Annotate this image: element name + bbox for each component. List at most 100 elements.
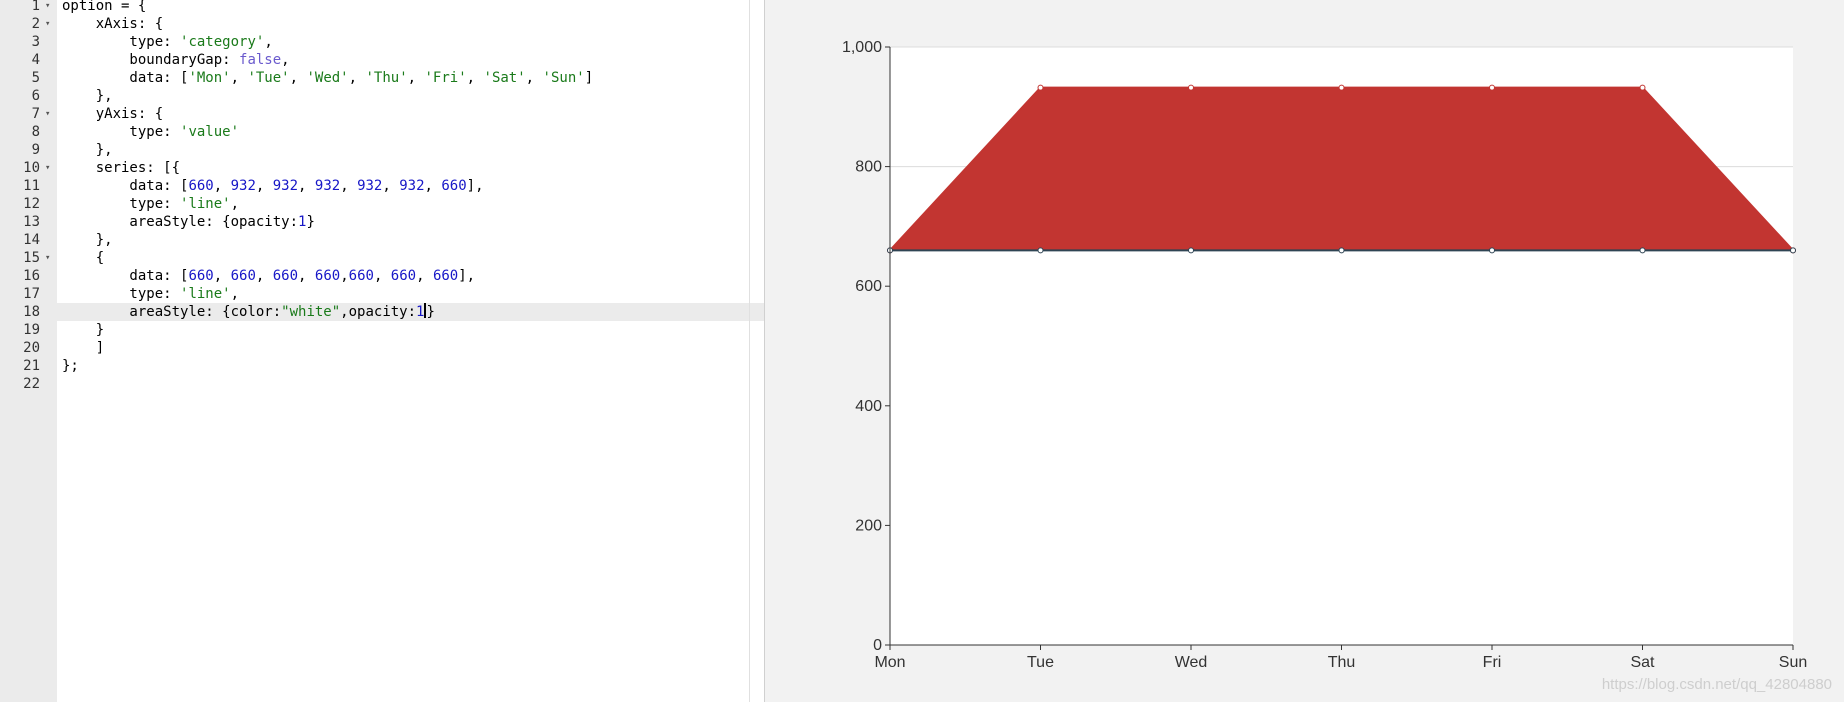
code-token: , (255, 268, 273, 284)
code-line[interactable]: 7 ▾ yAxis: { (0, 105, 765, 123)
code-line[interactable]: 21}; (0, 357, 765, 375)
code-token: 'Fri' (424, 70, 467, 86)
code-text: type: 'line', (62, 285, 239, 303)
code-line[interactable]: 20 ] (0, 339, 765, 357)
code-line[interactable]: 9 }, (0, 141, 765, 159)
data-point (1037, 84, 1044, 91)
code-line[interactable]: 13 areaStyle: {opacity:1} (0, 213, 765, 231)
code-token: , (289, 70, 307, 86)
fold-toggle-icon[interactable]: ▾ (45, 159, 50, 177)
code-line[interactable]: 8 type: 'value' (0, 123, 765, 141)
code-token: yAxis: { (62, 106, 164, 122)
data-point (1338, 247, 1345, 254)
y-tick-label: 400 (855, 398, 882, 415)
code-token: ], (458, 268, 476, 284)
line-number: 7 (31, 106, 40, 122)
code-token: 660 (390, 268, 417, 284)
code-token: "white" (281, 304, 341, 320)
line-number: 11 (23, 178, 40, 194)
code-token: 660 (432, 268, 459, 284)
code-line[interactable]: 12 type: 'line', (0, 195, 765, 213)
code-text: type: 'category', (62, 33, 273, 51)
data-point (1188, 84, 1194, 91)
line-number: 21 (23, 358, 40, 374)
code-token: xAxis: { (62, 16, 164, 32)
code-line[interactable]: 1 ▾ option = { (0, 0, 765, 15)
code-token: , (264, 34, 273, 50)
code-token: data: [ (62, 178, 189, 194)
code-token: , (340, 178, 358, 194)
code-line[interactable]: 16 data: [660, 660, 660, 660,660, 660, 6… (0, 267, 765, 285)
data-point (1639, 84, 1646, 91)
code-line[interactable]: 15 ▾ { (0, 249, 765, 267)
code-token: 932 (399, 178, 425, 194)
line-number: 2 (31, 16, 40, 32)
code-line[interactable]: 18 areaStyle: {color:"white",opacity:1} (0, 303, 765, 321)
code-line[interactable]: 11 data: [660, 932, 932, 932, 932, 932, … (0, 177, 765, 195)
chart-panel: 0 200 400 600 800 1,000 Mon Tue Wed Thu Fri Sat Sun … (765, 0, 1844, 702)
code-token: , (281, 52, 290, 68)
line-number: 6 (31, 88, 40, 104)
code-token: areaStyle: {opacity: (62, 214, 299, 230)
x-tick-label: Fri (1483, 654, 1502, 671)
line-number: 14 (23, 232, 40, 248)
code-text: boundaryGap: false, (62, 51, 290, 69)
editor-scrollbar-track[interactable] (749, 0, 750, 702)
data-point (1188, 247, 1194, 254)
code-token: ,opacity: (340, 304, 417, 320)
code-token: 'line' (180, 196, 231, 212)
code-token: , (373, 268, 391, 284)
x-tick-label: Sat (1630, 654, 1655, 671)
line-number: 10 (23, 160, 40, 176)
area-chart: 0 200 400 600 800 1,000 Mon Tue Wed Thu Fri Sat Sun (842, 39, 1807, 671)
code-text: data: [660, 932, 932, 932, 932, 932, 660… (62, 177, 484, 195)
fold-toggle-icon[interactable]: ▾ (45, 105, 50, 123)
code-line[interactable]: 17 type: 'line', (0, 285, 765, 303)
code-token: } (62, 322, 105, 338)
line-number: 9 (31, 142, 40, 158)
code-line[interactable]: 2 ▾ xAxis: { (0, 15, 765, 33)
code-token: }, (62, 88, 113, 104)
code-token: { (62, 250, 105, 266)
code-text: areaStyle: {color:"white",opacity:1} (62, 303, 435, 321)
code-line[interactable]: 10 ▾ series: [{ (0, 159, 765, 177)
code-token: }; (62, 358, 79, 374)
code-token: , (213, 268, 231, 284)
code-token: option = { (62, 0, 147, 14)
code-line[interactable]: 6 }, (0, 87, 765, 105)
line-number: 17 (23, 286, 40, 302)
code-token: , (466, 70, 484, 86)
code-line[interactable]: 14 }, (0, 231, 765, 249)
x-tick-label: Sun (1779, 654, 1807, 671)
fold-toggle-icon[interactable]: ▾ (45, 249, 50, 267)
code-token: ] (584, 70, 594, 86)
code-token: series: [{ (62, 160, 181, 176)
code-token: 'Thu' (365, 70, 408, 86)
code-token: 660 (441, 178, 467, 194)
line-number: 15 (23, 250, 40, 266)
code-line[interactable]: 5 data: ['Mon', 'Tue', 'Wed', 'Thu', 'Fr… (0, 69, 765, 87)
data-point (1489, 247, 1495, 254)
code-token: , (416, 268, 433, 284)
code-token: , (255, 178, 273, 194)
code-text: ] (62, 339, 104, 357)
fold-toggle-icon[interactable]: ▾ (45, 0, 50, 15)
code-token: 660 (230, 268, 256, 284)
code-token: , (382, 178, 400, 194)
code-token: , (230, 70, 248, 86)
line-number: 5 (31, 70, 40, 86)
code-token: 660 (188, 268, 214, 284)
watermark: https://blog.csdn.net/qq_42804880 (1601, 676, 1832, 693)
code-token: 660 (272, 268, 299, 284)
code-editor[interactable]: 1 ▾ option = {2 ▾ xAxis: {3 type: 'category… (0, 0, 765, 702)
code-token: ], (466, 178, 484, 194)
code-line[interactable]: 4 boundaryGap: false, (0, 51, 765, 69)
code-line[interactable]: 19 } (0, 321, 765, 339)
code-line[interactable]: 22 (0, 375, 765, 393)
fold-toggle-icon[interactable]: ▾ (45, 15, 50, 33)
line-number: 12 (23, 196, 40, 212)
code-text: series: [{ (62, 159, 180, 177)
code-line[interactable]: 3 type: 'category', (0, 33, 765, 51)
line-number: 19 (23, 322, 40, 338)
series-area (890, 250, 1793, 645)
